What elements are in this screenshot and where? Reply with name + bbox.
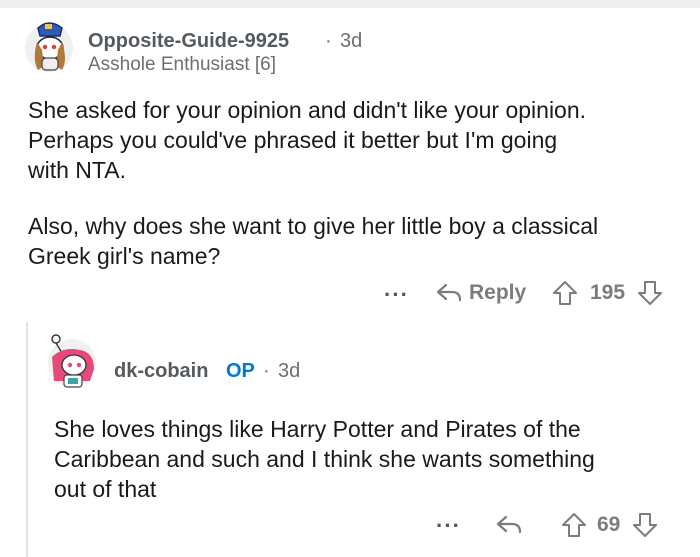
user-flair: Asshole Enthusiast [6] bbox=[88, 54, 276, 75]
text-line: Perhaps you could've phrased it better b… bbox=[28, 127, 558, 153]
upvote-icon[interactable] bbox=[561, 512, 587, 538]
text-line: She loves things like Harry Potter and P… bbox=[54, 416, 581, 442]
more-options-button[interactable]: ··· bbox=[436, 513, 461, 539]
comment-paragraph-1: She asked for your opinion and didn't li… bbox=[28, 95, 586, 185]
text-line: Caribbean and such and I think she wants… bbox=[54, 446, 595, 472]
reply-arrow-icon bbox=[436, 282, 462, 304]
avatar[interactable] bbox=[22, 14, 76, 74]
reply-username[interactable]: dk-cobain bbox=[114, 360, 208, 383]
thread-line[interactable] bbox=[26, 322, 28, 557]
reply-body: She loves things like Harry Potter and P… bbox=[54, 414, 595, 504]
op-badge: OP bbox=[226, 360, 255, 382]
reply-label: Reply bbox=[469, 281, 527, 304]
reply-age: 3d bbox=[278, 360, 301, 382]
comment-age: 3d bbox=[340, 30, 363, 52]
more-options-button[interactable]: ··· bbox=[384, 282, 409, 308]
reply-avatar[interactable] bbox=[44, 331, 100, 391]
meta-separator: · bbox=[325, 30, 332, 52]
vote-score: 195 bbox=[590, 281, 626, 304]
upvote-icon[interactable] bbox=[552, 280, 578, 306]
comment-paragraph-2: Also, why does she want to give her litt… bbox=[28, 211, 598, 271]
meta-separator: · bbox=[263, 360, 270, 382]
reply-button[interactable]: Reply bbox=[436, 281, 526, 305]
downvote-icon[interactable] bbox=[632, 512, 658, 538]
text-line: with NTA. bbox=[28, 157, 126, 183]
vote-score: 69 bbox=[597, 513, 621, 536]
username-text[interactable]: Opposite-Guide-9925 bbox=[88, 30, 289, 52]
text-line: She asked for your opinion and didn't li… bbox=[28, 97, 587, 123]
top-divider bbox=[0, 0, 700, 8]
text-line: out of that bbox=[54, 476, 157, 502]
text-line: Greek girl's name? bbox=[28, 243, 221, 269]
vote-controls: 195 bbox=[552, 280, 663, 306]
reply-arrow-icon bbox=[496, 514, 522, 536]
comment-username[interactable]: Opposite-Guide-9925 bbox=[88, 30, 289, 53]
reply-button[interactable] bbox=[496, 514, 522, 536]
downvote-icon[interactable] bbox=[637, 280, 663, 306]
vote-controls: 69 bbox=[561, 512, 658, 538]
text-line: Also, why does she want to give her litt… bbox=[28, 213, 599, 239]
